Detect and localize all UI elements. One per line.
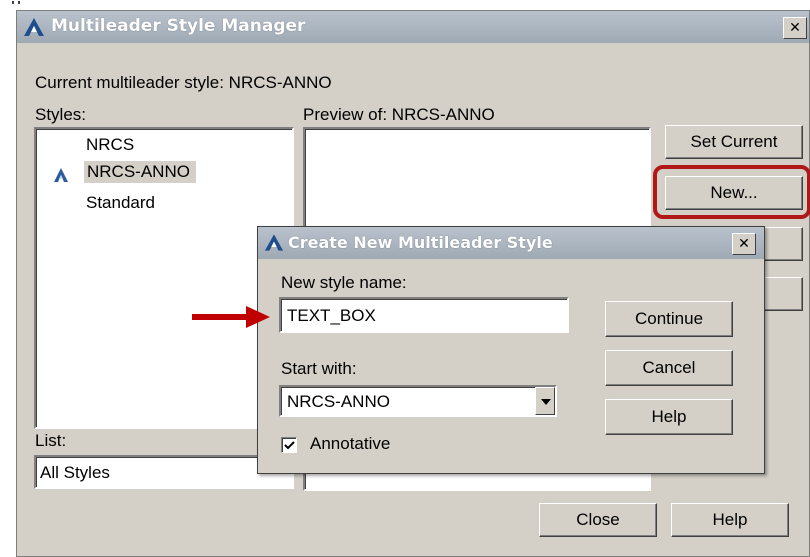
dropdown-arrow-button[interactable] bbox=[535, 387, 555, 415]
main-title: Multileader Style Manager bbox=[51, 16, 306, 36]
checkmark-icon bbox=[284, 441, 295, 450]
styles-list[interactable]: NRCS NRCS-ANNO Standard bbox=[34, 127, 294, 429]
new-style-name-label: New style name: bbox=[281, 273, 407, 292]
styles-label: Styles: bbox=[35, 105, 87, 124]
new-style-name-input[interactable]: TEXT_BOX bbox=[279, 297, 569, 333]
sub-title-bar[interactable]: Create New Multileader Style ✕ bbox=[258, 227, 764, 259]
style-item-nrcs-anno[interactable]: NRCS-ANNO bbox=[84, 161, 196, 183]
sub-close-button[interactable]: ✕ bbox=[732, 233, 756, 255]
create-new-multileader-style-dialog: Create New Multileader Style ✕ New style… bbox=[257, 226, 765, 474]
continue-button[interactable]: Continue bbox=[605, 301, 733, 337]
list-filter-value: All Styles bbox=[40, 463, 110, 482]
list-filter-dropdown[interactable]: All Styles bbox=[34, 455, 294, 489]
dropdown-arrow-icon bbox=[541, 399, 551, 405]
start-with-dropdown[interactable]: NRCS-ANNO bbox=[279, 385, 557, 417]
annotative-label: Annotative bbox=[310, 434, 391, 453]
new-button-highlight bbox=[653, 165, 810, 219]
annotative-checkbox[interactable] bbox=[281, 437, 297, 453]
autocad-app-icon bbox=[264, 234, 284, 251]
preview-label: Preview of: NRCS-ANNO bbox=[303, 105, 495, 124]
new-style-name-value: TEXT_BOX bbox=[287, 306, 376, 325]
sub-title: Create New Multileader Style bbox=[288, 233, 553, 252]
arrow-annotation-icon bbox=[192, 306, 270, 328]
close-button[interactable]: Close bbox=[539, 503, 657, 537]
autocad-app-icon bbox=[24, 18, 44, 36]
list-label: List: bbox=[35, 431, 67, 450]
set-current-button[interactable]: Set Current bbox=[665, 125, 803, 159]
main-close-button[interactable]: ✕ bbox=[783, 17, 807, 39]
style-item-nrcs[interactable]: NRCS bbox=[86, 135, 134, 155]
help-button[interactable]: Help bbox=[671, 503, 789, 537]
main-title-bar[interactable]: Multileader Style Manager ✕ bbox=[17, 11, 809, 43]
close-icon: ✕ bbox=[789, 20, 801, 36]
close-icon: ✕ bbox=[738, 236, 750, 252]
start-with-label: Start with: bbox=[281, 359, 357, 378]
style-item-standard[interactable]: Standard bbox=[86, 193, 155, 213]
corner-dots bbox=[10, 0, 26, 6]
annotative-style-icon bbox=[54, 168, 68, 182]
current-style-label: Current multileader style: NRCS-ANNO bbox=[35, 73, 332, 92]
cancel-button[interactable]: Cancel bbox=[605, 350, 733, 386]
start-with-value: NRCS-ANNO bbox=[287, 392, 390, 411]
sub-help-button[interactable]: Help bbox=[605, 399, 733, 435]
